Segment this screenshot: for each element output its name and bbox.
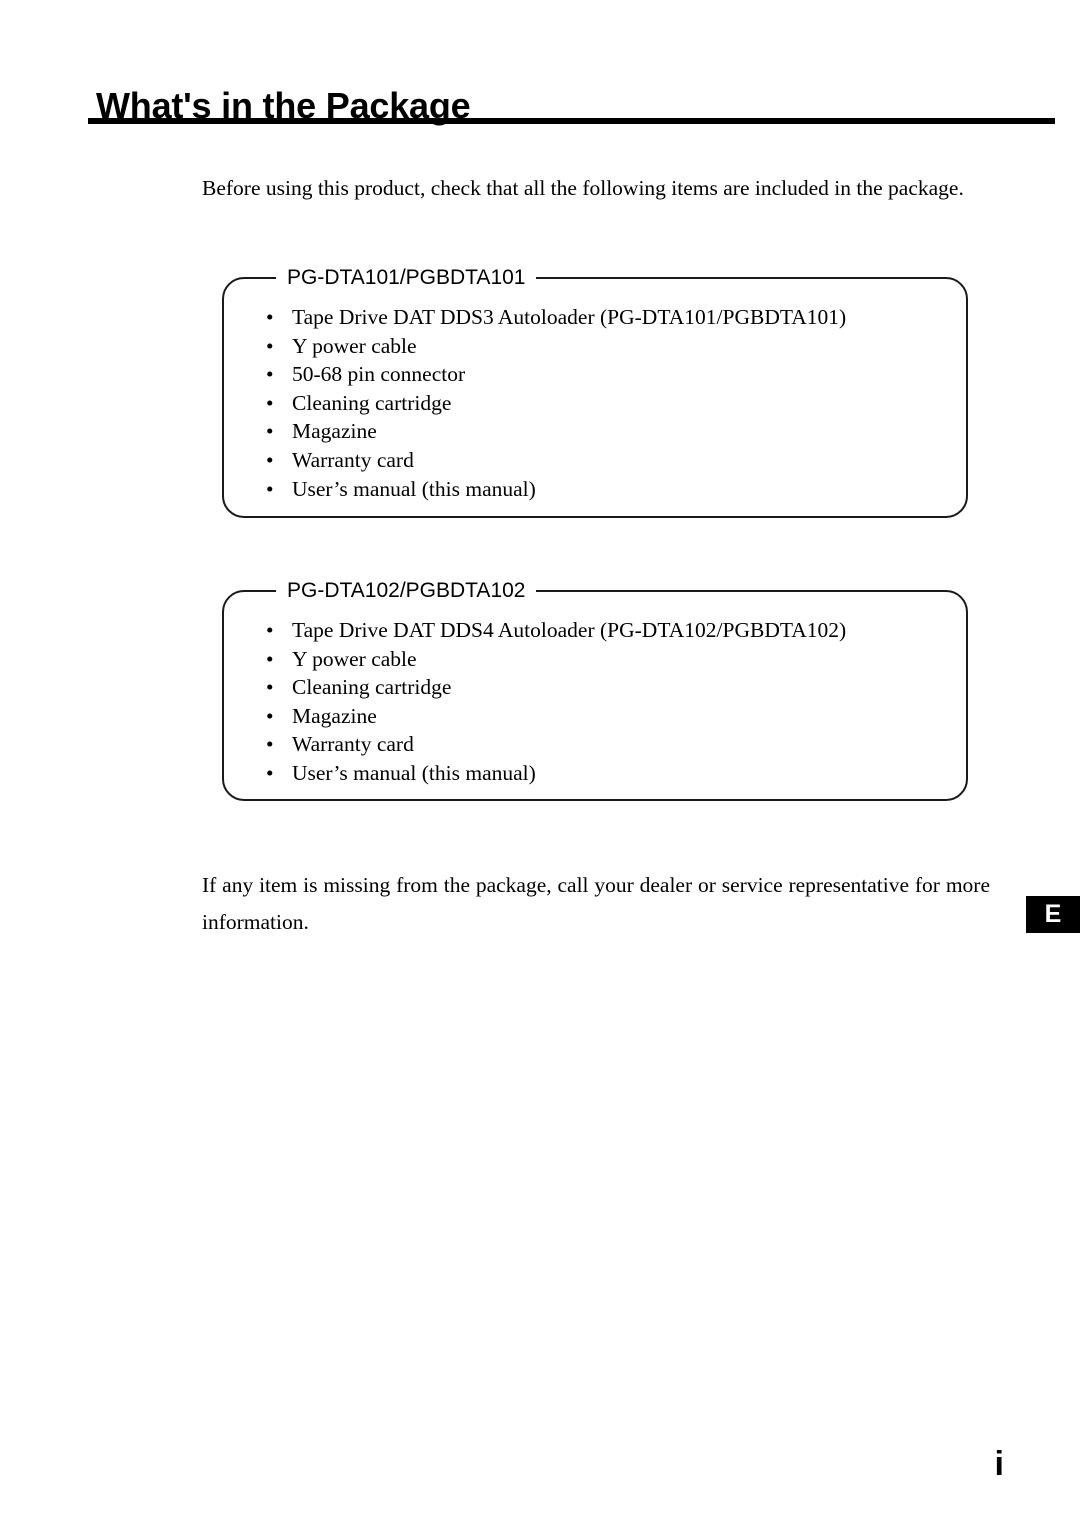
bullet-icon: •	[266, 760, 274, 785]
group-legend-pg-dta101: PG-DTA101/PGBDTA101	[276, 264, 537, 292]
group-box-pg-dta101: PG-DTA101/PGBDTA101 • Tape Drive DAT DDS3…	[222, 264, 968, 518]
list-item-label: Y power cable	[292, 646, 417, 671]
list-item-label: Cleaning cartridge	[292, 675, 452, 700]
group-box-pg-dta102: PG-DTA102/PGBDTA102 • Tape Drive DAT DDS4…	[222, 577, 968, 801]
list-item: • Cleaning cartridge	[264, 673, 948, 702]
list-item-label: 50-68 pin connector	[292, 362, 466, 387]
bullet-icon: •	[266, 646, 274, 671]
list-item-label: Warranty card	[292, 447, 414, 472]
outro-paragraph: If any item is missing from the package,…	[202, 872, 990, 934]
title-rule	[88, 118, 1055, 124]
list-item: • Magazine	[264, 702, 948, 731]
list-item-label: Tape Drive DAT DDS3 Autoloader (PG-DTA10…	[292, 305, 847, 329]
bullet-icon: •	[266, 732, 274, 757]
list-item-label: Magazine	[292, 703, 377, 728]
bullet-icon: •	[266, 618, 274, 642]
list-item: • User’s manual (this manual)	[264, 759, 948, 788]
language-tab-marker: E	[1026, 896, 1080, 933]
bullet-icon: •	[266, 419, 274, 444]
list-item: • Y power cable	[264, 332, 948, 361]
group-legend-pg-dta102: PG-DTA102/PGBDTA102	[276, 577, 537, 605]
list-item-label: Y power cable	[292, 333, 417, 358]
list-item: • 50-68 pin connector	[264, 360, 948, 389]
list-item-label: Warranty card	[292, 732, 414, 757]
list-item-label: Tape Drive DAT DDS4 Autoloader (PG-DTA10…	[292, 618, 847, 642]
bullet-icon: •	[266, 305, 274, 329]
item-list-pg-dta102: • Tape Drive DAT DDS4 Autoloader (PG-DTA1…	[264, 616, 948, 788]
list-item-label: User’s manual (this manual)	[292, 760, 536, 785]
list-item: • Y power cable	[264, 645, 948, 674]
list-item: • Magazine	[264, 417, 948, 446]
item-list-pg-dta101: • Tape Drive DAT DDS3 Autoloader (PG-DTA1…	[264, 303, 948, 503]
intro-paragraph: Before using this product, check that al…	[202, 175, 964, 200]
document-page: What's in the Package Before using this …	[0, 0, 1080, 1529]
bullet-icon: •	[266, 675, 274, 700]
list-item: • Cleaning cartridge	[264, 389, 948, 418]
bullet-icon: •	[266, 333, 274, 358]
bullet-icon: •	[266, 362, 274, 387]
list-item: • Tape Drive DAT DDS3 Autoloader (PG-DTA1…	[264, 303, 948, 332]
list-item: • Warranty card	[264, 730, 948, 759]
bullet-icon: •	[266, 703, 274, 728]
list-item: • User’s manual (this manual)	[264, 475, 948, 504]
bullet-icon: •	[266, 390, 274, 415]
list-item-label: User’s manual (this manual)	[292, 476, 536, 501]
bullet-icon: •	[266, 476, 274, 501]
page-number: i	[994, 1445, 1004, 1483]
list-item-label: Cleaning cartridge	[292, 390, 452, 415]
list-item: • Tape Drive DAT DDS4 Autoloader (PG-DTA1…	[264, 616, 948, 645]
list-item-label: Magazine	[292, 419, 377, 444]
bullet-icon: •	[266, 447, 274, 472]
list-item: • Warranty card	[264, 446, 948, 475]
